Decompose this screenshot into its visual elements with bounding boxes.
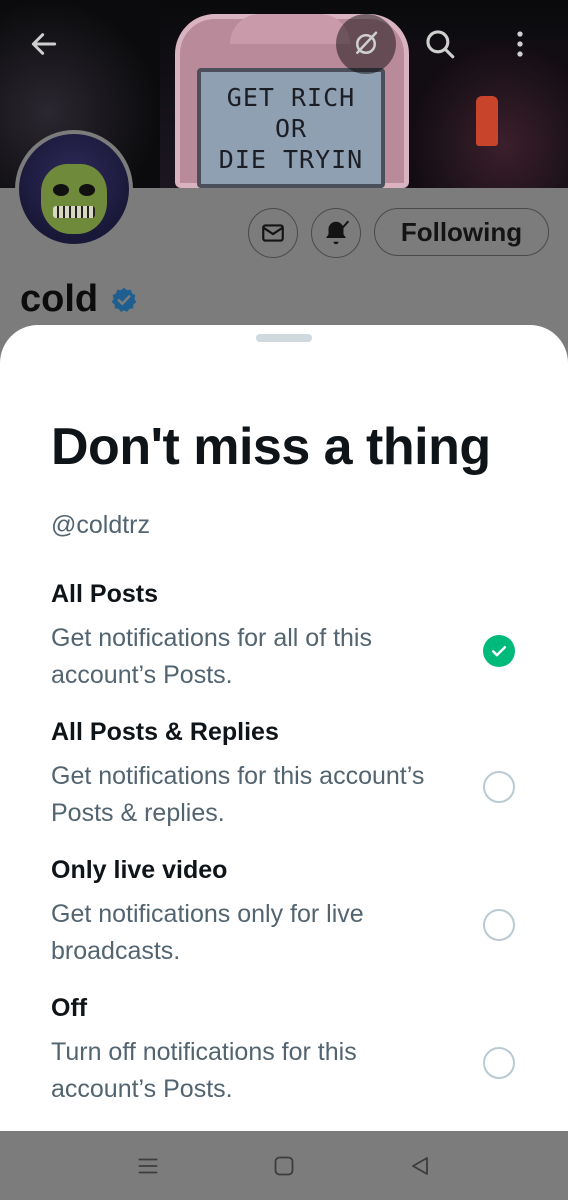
back-button[interactable] <box>14 14 74 74</box>
mail-icon <box>262 224 284 242</box>
check-icon <box>491 646 507 657</box>
bottle-decoration <box>476 96 498 146</box>
more-button[interactable] <box>490 14 550 74</box>
option-title: Only live video <box>51 856 228 884</box>
skull-eye-right <box>79 184 95 196</box>
verified-badge-icon <box>111 287 137 312</box>
marquee-sign: GET RICH OR DIE TRYIN <box>197 68 385 188</box>
option-off[interactable]: Off Turn off notifications for this acco… <box>51 994 531 1124</box>
home-button[interactable] <box>267 1149 301 1183</box>
radio-unselected[interactable] <box>483 771 515 803</box>
option-description: Get notifications for all of this accoun… <box>51 624 372 689</box>
option-description: Turn off notifications for this account’… <box>51 1038 357 1103</box>
radio-unselected[interactable] <box>483 1047 515 1079</box>
bell-check-icon <box>326 220 349 245</box>
search-icon <box>426 30 455 59</box>
option-title: All Posts <box>51 580 158 608</box>
option-title: All Posts & Replies <box>51 718 279 746</box>
account-handle: @coldtrz <box>51 511 151 539</box>
more-vertical-icon <box>517 31 523 57</box>
sheet-title: Don't miss a thing <box>51 418 491 476</box>
option-all-posts-replies[interactable]: All Posts & Replies Get notifications fo… <box>51 718 531 848</box>
display-name-row: cold <box>20 278 138 321</box>
grok-button[interactable] <box>336 14 396 74</box>
grok-icon <box>356 31 378 54</box>
sign-line-2: OR <box>274 113 308 143</box>
notification-settings-sheet: Don't miss a thing @coldtrz All Posts Ge… <box>0 325 568 1131</box>
option-title: Off <box>51 994 88 1022</box>
search-button[interactable] <box>410 14 470 74</box>
radio-unselected[interactable] <box>483 909 515 941</box>
skull-eye-left <box>53 184 69 196</box>
message-button[interactable] <box>248 208 298 258</box>
skull-teeth <box>53 206 95 218</box>
notifications-button[interactable] <box>311 208 361 258</box>
back-triangle-icon <box>412 1157 428 1175</box>
back-nav-button[interactable] <box>403 1149 437 1183</box>
home-square-icon <box>274 1156 294 1176</box>
recent-apps-icon <box>138 1158 158 1174</box>
option-description: Get notifications only for live broadcas… <box>51 900 364 965</box>
arrow-left-icon <box>31 33 57 55</box>
option-all-posts[interactable]: All Posts Get notifications for all of t… <box>51 580 531 710</box>
radio-selected[interactable] <box>483 635 515 667</box>
display-name: cold <box>20 278 99 320</box>
marquee-crest <box>230 14 350 44</box>
system-navigation-bar <box>0 1131 568 1200</box>
skull-figure <box>41 164 107 234</box>
recent-apps-button[interactable] <box>131 1149 165 1183</box>
sign-line-1: GET RICH <box>226 82 356 112</box>
option-description: Get notifications for this account’s Pos… <box>51 762 425 827</box>
avatar[interactable] <box>15 130 133 248</box>
option-only-live-video[interactable]: Only live video Get notifications only f… <box>51 856 531 986</box>
following-button[interactable]: Following <box>374 208 549 256</box>
avatar-image <box>19 134 129 244</box>
sheet-grabber[interactable] <box>256 334 312 342</box>
sign-line-3: DIE TRYIN <box>218 144 364 174</box>
